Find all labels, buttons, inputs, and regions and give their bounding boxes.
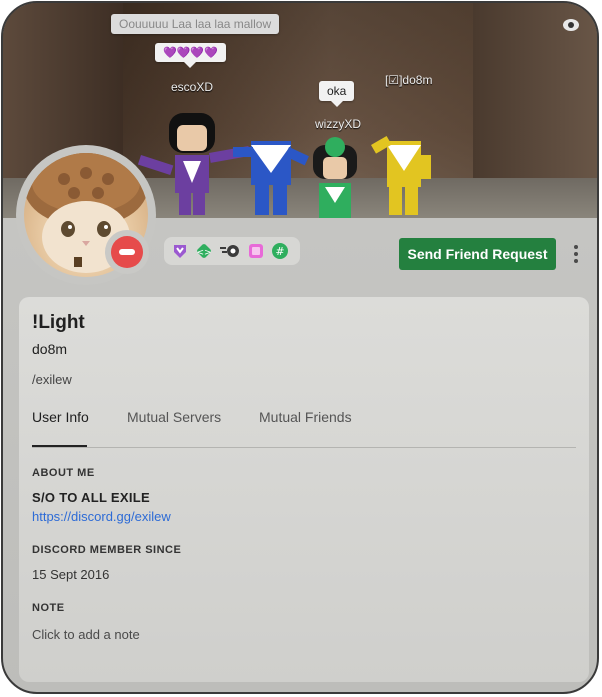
user-info-panel: !Light do8m /exilew User Info Mutual Ser…	[19, 297, 589, 682]
character-leg	[193, 193, 205, 215]
note-input[interactable]	[32, 624, 332, 644]
cat-collar-tag	[74, 257, 82, 267]
about-me-heading: ABOUT ME	[32, 467, 95, 479]
character-arm	[419, 155, 431, 179]
developer-icon[interactable]: <>	[196, 243, 212, 259]
tab-mutual-servers[interactable]: Mutual Servers	[127, 409, 221, 425]
more-options-icon[interactable]	[567, 241, 585, 267]
chat-bubble: Oouuuuu Laa laa laa mallow	[111, 14, 280, 34]
username: do8m	[32, 341, 68, 357]
about-me-text: S/O TO ALL EXILE	[32, 490, 150, 505]
divider	[32, 447, 576, 448]
character-hat	[325, 137, 345, 157]
cat-eye	[61, 221, 75, 237]
send-friend-request-button[interactable]: Send Friend Request	[399, 238, 556, 270]
speed-icon[interactable]	[220, 243, 240, 259]
custom-status: /exilew	[32, 372, 72, 387]
hypesquad-icon[interactable]	[172, 243, 188, 259]
status-indicator	[105, 230, 149, 274]
tab-user-info[interactable]: User Info	[32, 409, 89, 425]
chat-bubble: 💜💜💜💜	[155, 43, 226, 68]
character-leg	[389, 187, 402, 215]
character-arm	[233, 147, 253, 157]
character-face	[177, 125, 207, 151]
member-since-date: 15 Sept 2016	[32, 567, 110, 582]
character-leg	[179, 193, 191, 215]
svg-text:<>: <>	[196, 248, 211, 258]
profile-tabs: User Info Mutual Servers Mutual Friends	[32, 409, 576, 449]
svg-text:#: #	[275, 245, 284, 258]
chat-bubble: oka	[319, 81, 355, 107]
cat-eye	[97, 221, 111, 237]
nitro-book-icon[interactable]	[248, 243, 264, 259]
character-leg	[273, 185, 287, 215]
view-icon	[563, 19, 579, 31]
badge-list: <> #	[164, 237, 300, 265]
about-me-link[interactable]: https://discord.gg/exilew	[32, 509, 171, 524]
character-leg	[405, 187, 418, 215]
game-characters	[137, 113, 431, 218]
character-face	[323, 157, 347, 179]
profile-card: Oouuuuu Laa laa laa mallow 💜💜💜💜 oka esco…	[1, 1, 599, 694]
hash-icon[interactable]: #	[272, 243, 288, 259]
player-name: [☑]do8m	[385, 73, 433, 87]
player-name: escoXD	[171, 80, 214, 94]
character-leg	[255, 185, 269, 215]
display-name: !Light	[32, 312, 85, 333]
member-since-heading: DISCORD MEMBER SINCE	[32, 544, 182, 556]
tab-mutual-friends[interactable]: Mutual Friends	[259, 409, 352, 425]
character-arm	[137, 155, 174, 176]
note-heading: NOTE	[32, 602, 65, 614]
do-not-disturb-icon	[111, 236, 143, 268]
